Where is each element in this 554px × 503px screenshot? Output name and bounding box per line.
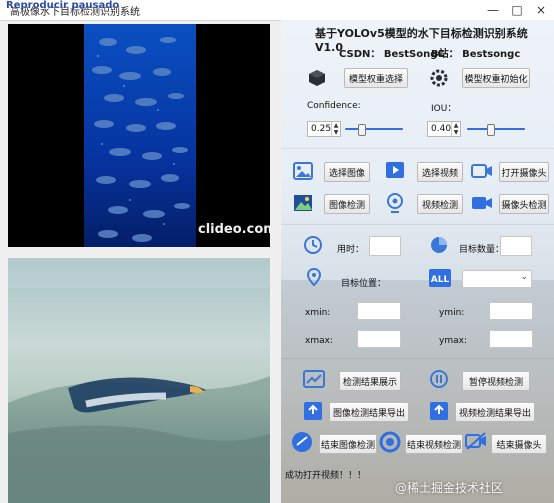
fish-school-graphic	[92, 37, 190, 242]
confidence-value: 0.25	[311, 124, 332, 134]
iou-label: IOU：	[431, 104, 457, 114]
image-icon	[293, 162, 313, 180]
svg-text:ALL: ALL	[431, 275, 450, 285]
export-icon	[429, 401, 449, 421]
chevron-down-icon: ⌄	[520, 272, 528, 282]
line-chart-icon	[303, 370, 325, 388]
end-camera-button[interactable]: 结束摄像头	[491, 434, 547, 454]
end-video-detect-button[interactable]: 结束视频检测	[405, 434, 463, 454]
ymax-field	[489, 330, 533, 348]
export-image-results-button[interactable]: 图像检测结果导出	[329, 402, 409, 422]
target-count-field	[500, 236, 532, 256]
target-count-label: 目标数量：	[459, 245, 505, 255]
csdn-handle: CSDN： BestSongC	[339, 49, 445, 60]
iou-spin-arrows[interactable]: ▲ ▼	[451, 122, 460, 136]
section-divider	[281, 148, 554, 149]
confidence-slider-track	[345, 128, 403, 130]
all-icon: ALL	[429, 269, 451, 287]
app-window: 高极像水下目标检测识别系统 Reproducir pausado — □ × c…	[0, 0, 554, 503]
detection-video-frame	[8, 258, 270, 503]
maximize-icon[interactable]: □	[510, 3, 524, 17]
camera-icon	[471, 162, 493, 180]
weights-init-button[interactable]: 模型权重初始化	[462, 68, 530, 88]
cube-icon	[307, 68, 327, 88]
window-controls: — □ ×	[486, 0, 548, 20]
xmax-label: xmax:	[305, 336, 333, 346]
close-icon[interactable]: ×	[534, 3, 548, 17]
camera-off-icon	[465, 431, 487, 451]
gear-icon	[429, 68, 449, 88]
title-bar: 高极像水下目标检测识别系统 Reproducir pausado — □ ×	[0, 0, 554, 21]
video-camera-icon	[471, 194, 493, 212]
webcam-icon	[385, 192, 405, 214]
site-watermark: @稀土掘金技术社区	[395, 481, 504, 495]
bilibili-handle: B站： Bestsongc	[431, 49, 521, 60]
weights-select-button[interactable]: 模型权重选择	[344, 68, 408, 88]
video-detect-button[interactable]: 视频检测	[417, 194, 463, 214]
control-panel: 基于YOLOv5模型的水下目标检测识别系统V1.0 CSDN： BestSong…	[281, 20, 554, 503]
select-video-button[interactable]: 选择视频	[417, 162, 463, 182]
minimize-icon[interactable]: —	[486, 3, 500, 17]
pause-video-button[interactable]: 暂停视频检测	[462, 371, 530, 391]
stop-image-icon	[291, 431, 313, 453]
xmin-label: xmin:	[305, 308, 331, 318]
ymin-field	[489, 302, 533, 320]
iou-slider[interactable]	[467, 124, 525, 136]
iou-slider-track	[467, 128, 525, 130]
confidence-spin-arrows[interactable]: ▲ ▼	[331, 122, 340, 136]
confidence-slider[interactable]	[345, 124, 403, 136]
ymin-label: ymin:	[439, 308, 465, 318]
status-message: 成功打开视频！！！	[285, 470, 367, 481]
time-field	[369, 236, 401, 256]
open-camera-button[interactable]: 打开摄像头	[499, 162, 549, 182]
image-detect-button[interactable]: 图像检测	[324, 194, 370, 214]
penguin-scene	[8, 258, 270, 503]
time-label: 用时：	[337, 245, 365, 255]
section-divider	[281, 358, 554, 359]
video-watermark: clideo.com	[198, 222, 270, 237]
video-file-icon	[385, 160, 405, 180]
camera-detect-button[interactable]: 摄像头检测	[499, 194, 549, 214]
export-icon	[303, 401, 323, 421]
show-results-button[interactable]: 检测结果展示	[339, 371, 401, 391]
xmax-field	[357, 330, 401, 348]
clock-icon	[303, 235, 323, 255]
ymax-label: ymax:	[439, 336, 467, 346]
confidence-spinbox[interactable]: 0.25 ▲ ▼	[307, 121, 341, 137]
confidence-slider-handle[interactable]	[358, 124, 366, 136]
iou-spinbox[interactable]: 0.40 ▲ ▼	[427, 121, 461, 137]
landscape-icon	[293, 194, 313, 212]
video-area: clideo.com	[0, 20, 281, 503]
pause-icon	[429, 369, 449, 389]
section-divider	[281, 224, 554, 225]
xmin-field	[357, 302, 401, 320]
export-video-results-button[interactable]: 视频检测结果导出	[455, 402, 535, 422]
select-image-button[interactable]: 选择图像	[324, 162, 370, 182]
original-video-frame: clideo.com	[8, 24, 270, 247]
fish-school-video	[84, 24, 196, 247]
end-image-detect-button[interactable]: 结束图像检测	[319, 434, 377, 454]
target-select[interactable]: ⌄	[462, 270, 532, 288]
iou-value: 0.40	[431, 124, 452, 134]
confidence-label: Confidence:	[307, 101, 361, 111]
stop-video-icon	[379, 431, 401, 453]
video-overlay-status: Reproducir pausado	[6, 0, 120, 11]
target-position-label: 目标位置：	[341, 279, 387, 289]
location-pin-icon	[305, 267, 323, 287]
pie-chart-icon	[429, 235, 449, 255]
iou-slider-handle[interactable]	[487, 124, 495, 136]
